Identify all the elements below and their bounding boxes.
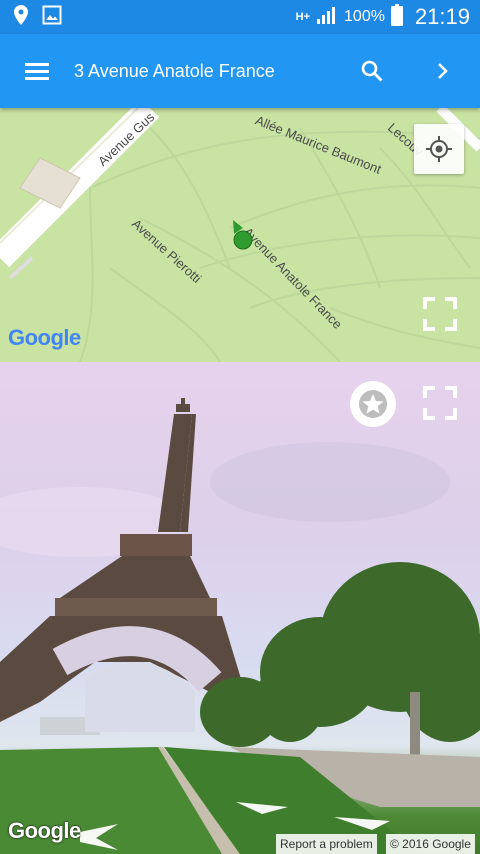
search-icon	[361, 60, 383, 82]
status-bar: H+ 100% 21:19	[0, 0, 480, 34]
map-view[interactable]: Avenue Gus Allée Maurice Baumont Lecouv …	[0, 108, 480, 362]
battery-icon	[390, 3, 403, 31]
panorama-scene	[0, 398, 480, 854]
star-icon	[359, 390, 387, 418]
battery-percent: 100%	[344, 8, 385, 25]
next-button[interactable]	[408, 34, 480, 108]
menu-icon	[25, 63, 49, 80]
fullscreen-icon	[423, 297, 457, 331]
favorite-button[interactable]	[350, 381, 396, 427]
street-view-panorama[interactable]: Google Report a problem © 2016 Google	[0, 362, 480, 854]
app-bar: 3 Avenue Anatole France	[0, 34, 480, 108]
my-location-button[interactable]	[414, 124, 464, 174]
copyright-text: © 2016 Google	[386, 834, 475, 854]
streetview-fullscreen-button[interactable]	[415, 378, 465, 428]
chevron-right-icon	[438, 63, 448, 79]
google-logo: Google	[8, 325, 81, 350]
report-problem-link[interactable]: Report a problem	[276, 834, 377, 854]
map-fullscreen-button[interactable]	[415, 289, 465, 339]
page-title: 3 Avenue Anatole France	[74, 60, 275, 81]
location-marker-icon	[233, 220, 253, 250]
fullscreen-icon	[423, 386, 457, 420]
search-button[interactable]	[336, 34, 408, 108]
image-icon	[42, 5, 62, 30]
google-logo: Google	[8, 818, 81, 843]
signal-icon	[316, 5, 338, 30]
menu-button[interactable]	[0, 34, 74, 108]
clock: 21:19	[414, 4, 470, 29]
location-icon	[12, 4, 30, 31]
crosshair-icon	[426, 136, 452, 162]
network-type: H+	[295, 11, 311, 23]
